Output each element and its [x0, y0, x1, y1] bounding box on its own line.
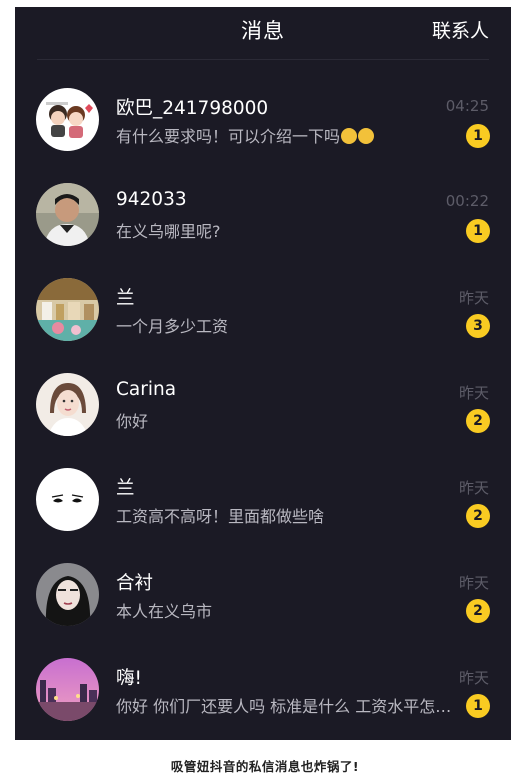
eyes-drawing-avatar-icon[interactable]	[36, 468, 99, 531]
unread-badge: 2	[466, 599, 490, 623]
image-caption: 吸管妞抖音的私信消息也炸锅了!	[170, 759, 360, 774]
woman-photo-avatar-icon[interactable]	[36, 373, 99, 436]
unread-badge: 1	[466, 694, 490, 718]
man-photo-avatar-icon[interactable]	[36, 183, 99, 246]
contact-name: 兰	[116, 288, 135, 309]
blush-emoji-icon	[358, 128, 375, 144]
contact-name: 兰	[116, 478, 135, 499]
shop-photo-avatar-icon[interactable]	[36, 278, 99, 341]
message-preview: 本人在义乌市	[116, 602, 213, 621]
blush-emoji-icon	[341, 128, 358, 144]
message-preview: 你好	[116, 412, 149, 431]
contact-name: 嗨!	[116, 668, 142, 689]
message-time: 00:22	[445, 192, 489, 210]
message-time: 昨天	[458, 289, 489, 307]
header-divider	[37, 59, 489, 60]
conversation-row[interactable]: 兰 工资高不高呀！里面都做些啥 昨天 2	[15, 452, 511, 547]
top-bar: 消息 联系人	[15, 7, 511, 55]
message-preview: 工资高不高呀！里面都做些啥	[116, 507, 325, 526]
message-time: 04:25	[445, 97, 489, 115]
message-time: 昨天	[458, 574, 489, 592]
contacts-button[interactable]: 联系人	[432, 16, 489, 43]
unread-badge: 1	[466, 219, 490, 243]
contact-name: Carina	[116, 379, 177, 400]
message-preview-text: 有什么要求吗！可以介绍一下吗	[116, 127, 341, 146]
conversation-row[interactable]: 兰 一个月多少工资 昨天 3	[15, 262, 511, 357]
message-time: 昨天	[458, 669, 489, 687]
sunset-street-avatar-icon[interactable]	[36, 658, 99, 721]
conversation-row[interactable]: Carina 你好 昨天 2	[15, 357, 511, 452]
girl-photo-avatar-icon[interactable]	[36, 563, 99, 626]
message-preview: 有什么要求吗！可以介绍一下吗	[116, 123, 375, 147]
message-preview: 你好 你们厂还要人吗 标准是什么 工资水平怎么样	[116, 697, 456, 716]
contact-name: 942033	[116, 189, 187, 210]
message-screen: 消息 联系人 欧巴_241798000 有什么要求吗！可以介绍一下吗 04:25…	[15, 7, 511, 740]
unread-badge: 1	[466, 124, 490, 148]
message-preview: 在义乌哪里呢?	[116, 222, 221, 241]
unread-badge: 2	[466, 504, 490, 528]
message-time: 昨天	[458, 384, 489, 402]
cartoon-couple-avatar-icon[interactable]	[36, 88, 99, 151]
conversation-row[interactable]: 942033 在义乌哪里呢? 00:22 1	[15, 167, 511, 262]
contact-name: 欧巴_241798000	[116, 98, 269, 119]
message-preview: 一个月多少工资	[116, 317, 229, 336]
unread-badge: 2	[466, 409, 490, 433]
conversation-list: 欧巴_241798000 有什么要求吗！可以介绍一下吗 04:25 1 9420…	[15, 72, 511, 737]
conversation-row[interactable]: 合衬 本人在义乌市 昨天 2	[15, 547, 511, 642]
contact-name: 合衬	[116, 573, 154, 594]
conversation-row[interactable]: 嗨! 你好 你们厂还要人吗 标准是什么 工资水平怎么样 昨天 1	[15, 642, 511, 737]
conversation-row[interactable]: 欧巴_241798000 有什么要求吗！可以介绍一下吗 04:25 1	[15, 72, 511, 167]
message-time: 昨天	[458, 479, 489, 497]
unread-badge: 3	[466, 314, 490, 338]
